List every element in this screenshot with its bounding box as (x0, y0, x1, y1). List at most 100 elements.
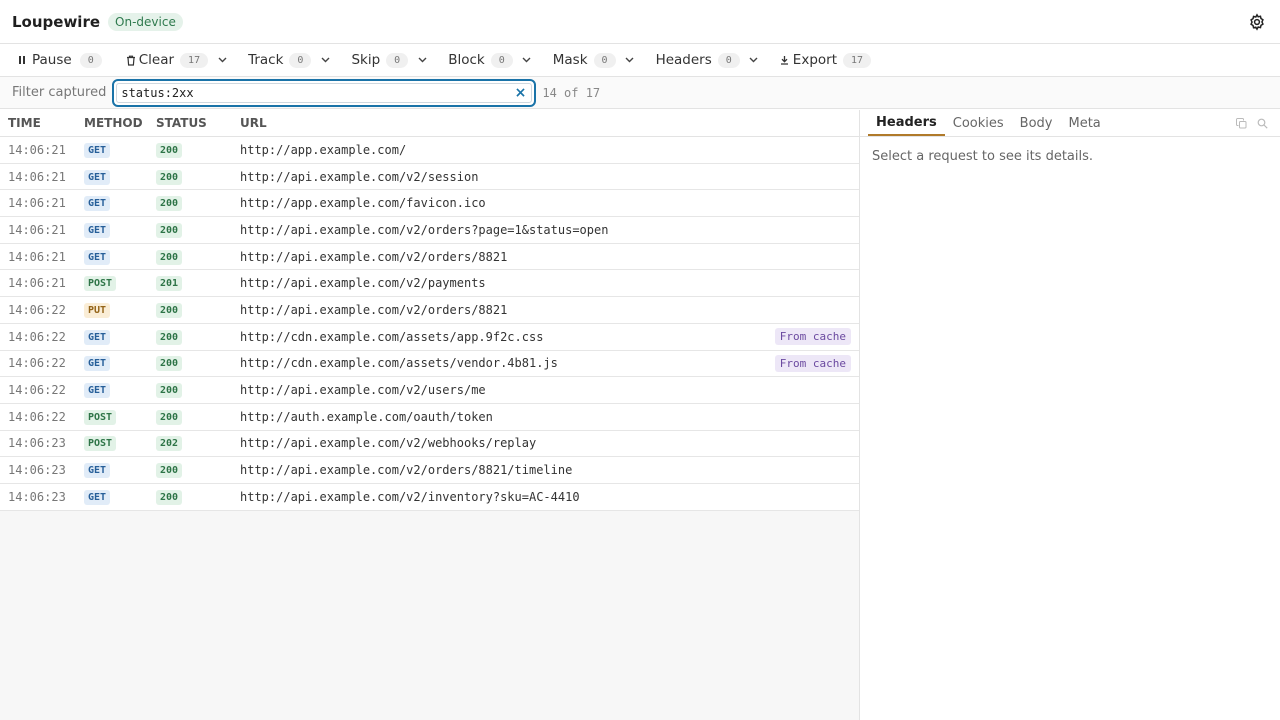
tab-cookies[interactable]: Cookies (945, 110, 1012, 136)
export-button[interactable]: Export 17 (774, 48, 877, 72)
filter-input[interactable] (116, 82, 533, 103)
detail-actions (1236, 110, 1272, 136)
match-count: 14 of 17 (542, 85, 601, 100)
request-row[interactable]: 14:06:21 GET 200 http://api.example.com/v2/… (0, 243, 859, 271)
request-url: http://api.example.com/v2/payments (240, 276, 486, 291)
clear-group: Clear 17 (120, 48, 230, 72)
copy-button[interactable] (1236, 117, 1247, 129)
request-time: 14:06:22 (8, 329, 66, 344)
track-group: Track 0 (242, 48, 333, 72)
method-cell: POST (84, 409, 156, 425)
request-row[interactable]: 14:06:23 GET 200 http://api.example.com/v2/… (0, 483, 859, 511)
skip-label: Skip (351, 52, 381, 68)
skip-options-dropdown[interactable] (414, 48, 430, 72)
from-cache-badge: From cache (774, 354, 851, 372)
request-row[interactable]: 14:06:23 POST 202 http://api.example.com/v2… (0, 430, 859, 458)
column-header-status[interactable]: STATUS (156, 116, 240, 130)
mask-options-dropdown[interactable] (622, 48, 638, 72)
request-time: 14:06:23 (8, 436, 66, 451)
column-header-time[interactable]: TIME (0, 116, 84, 130)
request-time: 14:06:22 (8, 302, 66, 317)
pause-label: Pause (32, 52, 72, 68)
clear-filter-button[interactable]: × (515, 86, 527, 100)
status-code-badge: 200 (156, 329, 183, 345)
detail-empty-message: Select a request to see its details. (872, 149, 1094, 164)
clear-options-dropdown[interactable] (214, 48, 230, 72)
method-cell: GET (84, 169, 156, 185)
method-cell: POST (84, 275, 156, 292)
track-options-dropdown[interactable] (317, 48, 333, 72)
status-cell: 200 (156, 249, 240, 265)
trash-icon (126, 55, 136, 66)
tab-body[interactable]: Body (1012, 110, 1061, 136)
request-row[interactable]: 14:06:23 GET 200 http://api.example.com/v2/… (0, 457, 859, 484)
request-time: 14:06:21 (8, 249, 66, 264)
request-time: 14:06:23 (8, 489, 66, 504)
request-rows: 14:06:21 GET 200 http://app.example.com/14:… (0, 137, 859, 511)
tab-meta[interactable]: Meta (1060, 110, 1108, 136)
request-url: http://api.example.com/v2/orders/8821 (240, 302, 508, 317)
status-code-badge: 201 (156, 276, 183, 292)
chevron-down-icon (321, 57, 330, 63)
request-row[interactable]: 14:06:21 GET 200 http://api.example.com/v2/… (0, 217, 859, 244)
skip-button[interactable]: Skip 0 (345, 48, 414, 72)
copy-icon (1236, 117, 1247, 128)
method-cell: GET (84, 195, 156, 212)
status-code-badge: 200 (156, 249, 183, 265)
request-row[interactable]: 14:06:21 POST 201 http://api.example.com/v2… (0, 270, 859, 298)
request-row[interactable]: 14:06:21 GET 200 http://api.example.com/v2/… (0, 163, 859, 191)
chevron-down-icon (749, 57, 758, 63)
method-badge: GET (84, 356, 111, 372)
tab-headers[interactable]: Headers (868, 110, 945, 136)
status-cell: 200 (156, 222, 240, 238)
method-badge: GET (84, 222, 111, 238)
export-count: 17 (843, 52, 872, 68)
status-cell: 200 (156, 489, 240, 505)
from-cache-badge: From cache (774, 328, 851, 346)
detail-tabs: Headers Cookies Body Meta (860, 110, 1280, 137)
request-row[interactable]: 14:06:22 GET 200 http://api.example.com/v2/… (0, 377, 859, 404)
column-header-url[interactable]: URL (240, 116, 859, 130)
pause-group: Pause 0 (12, 48, 108, 72)
track-label: Track (248, 52, 284, 68)
request-time: 14:06:21 (8, 276, 66, 291)
request-time: 14:06:23 (8, 463, 66, 478)
method-badge: GET (84, 142, 111, 158)
search-detail-button[interactable] (1257, 118, 1268, 129)
request-row[interactable]: 14:06:22 GET 200 http://cdn.example.com/ass… (0, 350, 859, 378)
request-row[interactable]: 14:06:22 GET 200 http://cdn.example.com/ass… (0, 323, 859, 351)
settings-button[interactable] (1246, 11, 1268, 33)
request-row[interactable]: 14:06:21 GET 200 http://app.example.com/ (0, 137, 859, 164)
status-cell: 200 (156, 355, 240, 372)
request-time: 14:06:21 (8, 142, 66, 157)
status-cell: 200 (156, 169, 240, 185)
status-cell: 200 (156, 329, 240, 345)
block-options-dropdown[interactable] (519, 48, 535, 72)
chevron-down-icon (625, 57, 634, 63)
status-cell: 200 (156, 462, 240, 479)
status-cell: 200 (156, 409, 240, 425)
pause-count: 0 (79, 52, 102, 68)
request-row[interactable]: 14:06:22 POST 200 http://auth.example.com/o… (0, 403, 859, 431)
status-code-badge: 200 (156, 169, 183, 185)
status-code-badge: 200 (156, 409, 183, 425)
toolbar: Pause 0 Clear 17 Track 0 Skip 0 Block 0 … (0, 44, 1280, 77)
headers-options-dropdown[interactable] (746, 48, 762, 72)
request-row[interactable]: 14:06:22 PUT 200 http://api.example.com/v2/… (0, 297, 859, 324)
block-button[interactable]: Block 0 (442, 48, 519, 72)
column-header-method[interactable]: METHOD (84, 116, 156, 130)
track-button[interactable]: Track 0 (242, 48, 317, 72)
mask-button[interactable]: Mask 0 (547, 48, 622, 72)
method-badge: GET (84, 169, 111, 185)
request-row[interactable]: 14:06:21 GET 200 http://app.example.com/fav… (0, 190, 859, 218)
method-cell: GET (84, 249, 156, 265)
request-url: http://api.example.com/v2/webhooks/repla… (240, 436, 537, 451)
clear-button[interactable]: Clear 17 (120, 48, 214, 72)
request-url: http://app.example.com/favicon.ico (240, 196, 486, 211)
status-code-badge: 200 (156, 356, 183, 372)
method-cell: GET (84, 329, 156, 345)
headers-button[interactable]: Headers 0 (650, 48, 746, 72)
pause-button[interactable]: Pause 0 (12, 48, 108, 72)
mask-label: Mask (552, 52, 588, 68)
method-cell: GET (84, 142, 156, 158)
